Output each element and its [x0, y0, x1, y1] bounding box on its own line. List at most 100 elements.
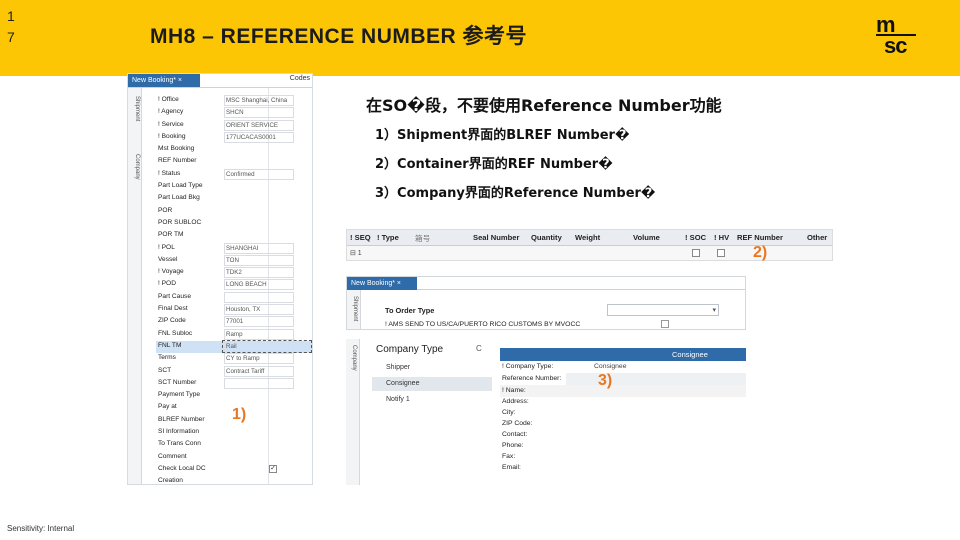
ams-checkbox[interactable]	[661, 320, 669, 328]
to-order-type-select[interactable]: ▾	[607, 304, 719, 316]
form-field-value: Houston, TX	[226, 306, 261, 314]
form-field-label: ZIP Code	[158, 317, 186, 325]
form-field-label: ! Service	[158, 120, 184, 128]
form-field-label: BLREF Number	[158, 415, 205, 423]
consignee-field-label: Email:	[502, 464, 521, 471]
form-row: POR	[156, 206, 312, 218]
soc-checkbox[interactable]	[692, 249, 700, 257]
form-field-value: 177UCACAS0001	[226, 133, 276, 141]
form-row: REF Number	[156, 156, 312, 168]
form-row: FNL TM Rail	[156, 339, 312, 353]
form-field-value: SHCN	[226, 109, 244, 117]
consignee-field-label: Fax:	[502, 453, 516, 460]
tab-codes[interactable]: Codes	[290, 75, 310, 82]
form-field-label: ! Status	[158, 169, 181, 177]
col-container-no[interactable]: 箱号	[415, 233, 430, 244]
form-field-value	[224, 427, 294, 438]
form-field-label: FNL TM	[158, 341, 182, 349]
consignee-field-label: Phone:	[502, 442, 524, 449]
order-type-screenshot: New Booking* × Shipment To Order Type ▾ …	[346, 276, 746, 330]
form-row: SCT Number	[156, 377, 312, 390]
form-field-label: REF Number	[158, 157, 197, 165]
form-row: Payment Type	[156, 390, 312, 402]
col-hv[interactable]: ! HV	[714, 233, 729, 242]
rail-company-label[interactable]: Company	[134, 154, 140, 180]
form-row: Part Cause	[156, 291, 312, 304]
form-field-label: FNL Subloc	[158, 329, 193, 337]
consignee-title: Consignee	[672, 350, 708, 359]
col-seq[interactable]: ! SEQ	[350, 233, 371, 242]
col-volume[interactable]: Volume	[633, 233, 660, 242]
form-row: Creation	[156, 476, 312, 485]
company-item-shipper[interactable]: Shipper	[372, 361, 492, 375]
form-field-value	[224, 476, 294, 484]
shipment-form-screenshot: New Booking* × Codes Shipment Company ! …	[127, 73, 313, 485]
consignee-field-label: Address:	[502, 398, 529, 405]
to-order-type-label: To Order Type	[385, 306, 435, 315]
col-quantity[interactable]: Quantity	[531, 233, 562, 242]
col-type[interactable]: ! Type	[377, 233, 399, 242]
annotation-2: 2)	[753, 244, 768, 261]
annotation-1: 1)	[232, 406, 247, 423]
consignee-field-label: Reference Number:	[502, 375, 562, 382]
hv-checkbox[interactable]	[717, 249, 725, 257]
form-field-value	[224, 181, 294, 192]
form-field-label: POR	[158, 206, 173, 214]
form-row: Vessel TON	[156, 254, 312, 267]
notes-title: 在SO�段，不要使用Reference Number功能	[366, 96, 722, 115]
msc-logo: m sc	[876, 12, 920, 59]
col-other[interactable]: Other	[807, 233, 827, 242]
form-field-label: Check Local DC	[158, 464, 206, 472]
company-item-notify[interactable]: Notify 1	[372, 393, 492, 407]
form-field-label: Part Load Bkg	[158, 194, 200, 202]
col-ref-number[interactable]: REF Number	[737, 233, 783, 242]
form-field-value: Ramp	[226, 330, 243, 338]
company-screenshot: Company Company Type C Shipper Consignee…	[346, 339, 746, 485]
form-field-label: Final Dest	[158, 305, 188, 313]
form-field-value	[224, 218, 294, 229]
rail-shipment-label[interactable]: Shipment	[134, 96, 140, 121]
form-field-label: Part Load Type	[158, 182, 203, 190]
form-field-value	[224, 156, 294, 167]
col-seal-number[interactable]: Seal Number	[473, 233, 519, 242]
company-rail-label[interactable]: Company	[351, 345, 357, 371]
ams-label: ! AMS SEND TO US/CA/PUERTO RICO CUSTOMS …	[385, 321, 581, 328]
form-field-value: LONG BEACH	[226, 281, 267, 289]
tab-new-booking-2[interactable]: New Booking* ×	[347, 277, 417, 290]
form-field-label: Terms	[158, 354, 176, 362]
form-field-value	[224, 292, 294, 303]
form-field-label: Payment Type	[158, 391, 201, 399]
col-soc[interactable]: ! SOC	[685, 233, 706, 242]
consignee-field-label: Contact:	[502, 431, 528, 438]
company-side-rail: Company	[346, 339, 360, 485]
form-field-label: ! Agency	[158, 108, 184, 116]
form-row: ! Booking 177UCACAS0001	[156, 131, 312, 144]
form-field-label: Creation	[158, 477, 183, 485]
reference-number-field[interactable]	[566, 373, 746, 385]
form-field-value: Contract Tariff	[226, 367, 265, 375]
check-local-dc-checkbox[interactable]: ✓	[269, 464, 277, 473]
side-rail: Shipment Company	[128, 88, 142, 484]
form-field-label: ! Voyage	[158, 268, 184, 276]
tab-new-booking[interactable]: New Booking* ×	[128, 74, 200, 87]
form-row: Comment	[156, 452, 312, 464]
slide-title: MH8 – REFERENCE NUMBER 参考号	[150, 25, 528, 48]
form-row: ! Voyage TDK2	[156, 267, 312, 279]
order-tab-bar: New Booking* ×	[347, 277, 745, 290]
company-item-consignee[interactable]: Consignee	[372, 377, 492, 391]
row-band	[500, 385, 746, 397]
logo-top: m	[876, 12, 896, 37]
form-field-label: ! Office	[158, 96, 179, 103]
form-field-value: TON	[226, 256, 239, 264]
form-field-label: SCT Number	[158, 378, 197, 386]
slide: 1 7 MH8 – REFERENCE NUMBER 参考号 m sc New …	[0, 0, 960, 540]
form-field-value	[224, 464, 294, 475]
form-field-label: SI Information	[158, 428, 200, 436]
form-field-value	[224, 144, 294, 155]
order-rail-label[interactable]: Shipment	[352, 296, 358, 321]
form-row: ! Agency SHCN	[156, 107, 312, 119]
form-row: SCT Contract Tariff	[156, 365, 312, 378]
col-weight[interactable]: Weight	[575, 233, 600, 242]
note-item-1: 1）Shipment界面的BLREF Number�	[375, 128, 630, 143]
form-field-value: CY to Ramp	[226, 355, 260, 363]
